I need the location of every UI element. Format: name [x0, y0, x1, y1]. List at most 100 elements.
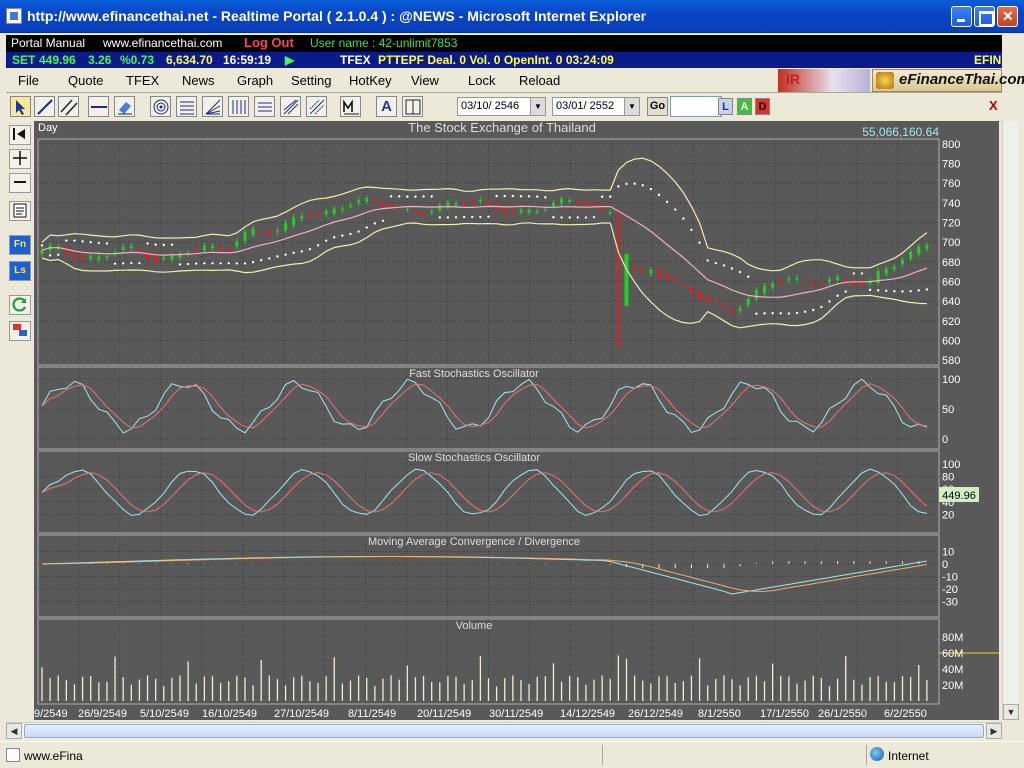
price-candle: [478, 200, 482, 202]
sar-dot: [243, 262, 247, 265]
price-candle: [641, 269, 645, 272]
price-tick-label: 680: [942, 257, 960, 269]
macd-tick-label: 0: [942, 559, 948, 571]
price-candle: [722, 305, 726, 308]
text-tool-button[interactable]: A: [376, 96, 397, 117]
price-candle: [706, 296, 710, 302]
portal-info-bar: Portal Manual www.efinancethai.com Log O…: [6, 35, 1002, 52]
date-to-select[interactable]: 03/01/ 2552 ▼: [552, 97, 640, 116]
price-candle: [235, 241, 239, 247]
price-candle: [373, 200, 377, 203]
sar-dot: [747, 275, 750, 278]
line-tool-button[interactable]: [34, 96, 55, 117]
menu-graph[interactable]: Graph: [237, 73, 273, 88]
collapse-panel-icon[interactable]: [9, 125, 31, 145]
close-chart-button[interactable]: X: [989, 98, 1003, 114]
sar-dot: [195, 262, 198, 265]
minimize-button[interactable]: [951, 6, 972, 27]
sar-dot: [738, 270, 742, 274]
crosshair-icon[interactable]: [9, 149, 31, 169]
menu-file[interactable]: File: [18, 73, 39, 88]
macd-tick-label: -10: [942, 572, 958, 584]
status-text: www.eFina: [24, 749, 83, 763]
portal-manual-link[interactable]: Portal Manual: [11, 36, 85, 50]
price-candle: [852, 280, 856, 286]
scroll-down-arrow[interactable]: ▼: [1003, 704, 1019, 720]
close-window-button[interactable]: [997, 6, 1018, 27]
menu-reload[interactable]: Reload: [519, 73, 560, 88]
site-link[interactable]: www.efinancethai.com: [103, 36, 222, 50]
refresh-icon[interactable]: [9, 295, 31, 315]
menu-hotkey[interactable]: HotKey: [349, 73, 392, 88]
symbol-input[interactable]: [670, 96, 722, 117]
split-view-button[interactable]: [402, 96, 423, 117]
price-candle: [909, 251, 913, 259]
eraser-tool-button[interactable]: [114, 96, 135, 117]
menu-tfex[interactable]: TFEX: [126, 73, 159, 88]
slow-tick-label: 20: [942, 509, 954, 521]
price-candle: [901, 260, 905, 264]
play-icon[interactable]: ▶: [285, 53, 294, 67]
fibonacci-retracement-tool-button[interactable]: [176, 96, 197, 117]
sar-dot: [422, 195, 425, 198]
sar-dot: [130, 261, 133, 265]
chevron-down-icon: ▼: [624, 98, 639, 115]
price-candle: [681, 282, 685, 285]
sar-dot: [674, 208, 677, 211]
menu-news[interactable]: News: [182, 73, 215, 88]
logout-link[interactable]: Log Out: [244, 35, 294, 50]
date-tick-label: 8/1/2550: [698, 708, 741, 720]
d-button[interactable]: D: [755, 98, 770, 115]
menu-quote[interactable]: Quote: [68, 73, 103, 88]
date-tick-label: 30/11/2549: [489, 708, 543, 720]
gann-tool-button[interactable]: [280, 96, 301, 117]
sar-dot: [178, 263, 182, 266]
price-candle: [698, 291, 702, 300]
price-candle: [316, 213, 320, 215]
fn-button[interactable]: Fn: [9, 235, 31, 255]
date-tick-label: 9/2549: [34, 708, 68, 720]
price-candle: [608, 212, 612, 214]
date-tick-label: 16/10/2549: [202, 708, 257, 720]
sar-dot: [552, 216, 555, 219]
pointer-tool-button[interactable]: [10, 96, 31, 117]
fast-tick-label: 50: [942, 404, 954, 416]
price-tick-label: 600: [942, 335, 960, 347]
menu-setting[interactable]: Setting: [291, 73, 331, 88]
a-button[interactable]: A: [737, 98, 752, 115]
notes-icon[interactable]: [9, 201, 31, 221]
grid-tool-button[interactable]: [254, 96, 275, 117]
sar-dot: [876, 289, 880, 292]
ir-banner[interactable]: IR: [778, 69, 870, 92]
chart-area[interactable]: 800 780 760 740 720 700 680 660 640 620 600 580 100 5…: [34, 120, 999, 720]
stock-chart-svg[interactable]: 8007807607407207006806606406206005801005…: [34, 120, 999, 720]
sar-dot: [893, 289, 896, 293]
time-zone-tool-button[interactable]: [228, 96, 249, 117]
price-tick-label: 660: [942, 276, 960, 288]
efinancethai-banner[interactable]: eFinanceThai.com: [872, 69, 1024, 92]
maximize-button[interactable]: [974, 6, 995, 27]
regression-tool-button[interactable]: [306, 96, 327, 117]
fibonacci-arc-tool-button[interactable]: [150, 96, 171, 117]
horizontal-line-tool-button[interactable]: [88, 96, 109, 117]
mean-tool-button[interactable]: [340, 96, 361, 117]
sar-dot: [48, 254, 52, 257]
go-button[interactable]: Go: [647, 97, 668, 116]
scroll-thumb[interactable]: [24, 724, 984, 738]
compare-icon[interactable]: [9, 321, 31, 341]
zoom-out-icon[interactable]: [9, 173, 31, 193]
horizontal-scrollbar[interactable]: ◀ ▶: [6, 722, 1002, 739]
menu-view[interactable]: View: [411, 73, 439, 88]
menu-lock[interactable]: Lock: [468, 73, 495, 88]
price-candle: [170, 254, 174, 260]
price-candle: [194, 250, 198, 252]
l-button[interactable]: L: [718, 98, 733, 115]
scroll-left-arrow[interactable]: ◀: [6, 723, 22, 739]
date-from-select[interactable]: 03/10/ 2546 ▼: [457, 97, 546, 116]
fan-tool-button[interactable]: [202, 96, 223, 117]
scroll-right-arrow[interactable]: ▶: [986, 723, 1002, 739]
vertical-scrollbar[interactable]: ▼: [1002, 121, 1019, 720]
price-candle: [357, 200, 361, 204]
ls-button[interactable]: Ls: [9, 261, 31, 281]
parallel-line-tool-button[interactable]: [58, 96, 79, 117]
